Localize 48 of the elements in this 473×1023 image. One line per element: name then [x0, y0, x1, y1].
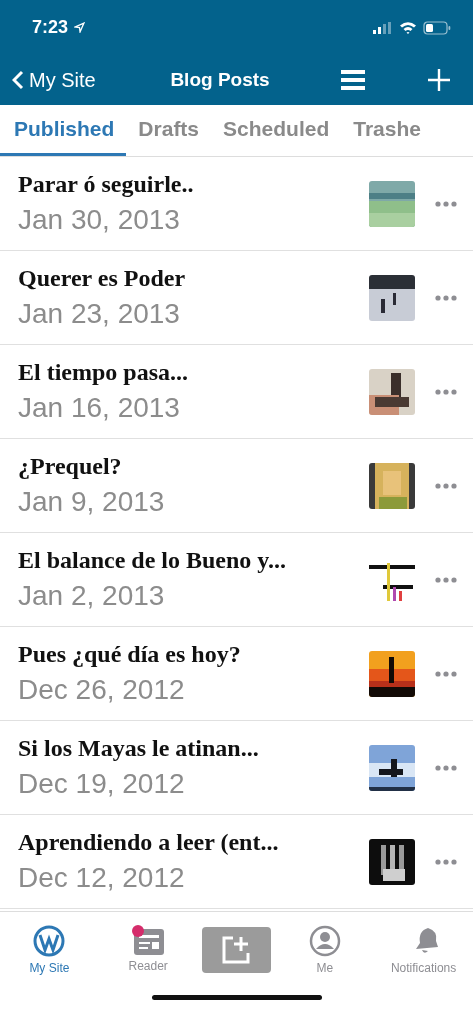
- location-arrow-icon: [74, 22, 86, 33]
- post-title[interactable]: Aprendiendo a leer (ent...: [18, 829, 363, 856]
- post-title[interactable]: Querer es Poder: [18, 265, 363, 292]
- post-title[interactable]: Pues ¿qué día es hoy?: [18, 641, 363, 668]
- post-date: Jan 30, 2013: [18, 204, 181, 236]
- post-date: Jan 2, 2013: [18, 580, 166, 612]
- post-date: Dec 26, 2012: [18, 674, 186, 706]
- reader-icon: [132, 926, 165, 955]
- plus-icon: [428, 69, 450, 91]
- post-date: Dec 19, 2012: [18, 768, 186, 800]
- unread-badge: [132, 924, 145, 937]
- post-title[interactable]: Si los Mayas le atinan...: [18, 735, 363, 762]
- wifi-icon: [399, 21, 417, 34]
- profile-icon: [308, 924, 341, 957]
- filter-tab[interactable]: Drafts: [126, 105, 212, 156]
- post-title[interactable]: El tiempo pasa...: [18, 359, 363, 386]
- post-title[interactable]: Parar ó seguirle..: [18, 171, 363, 198]
- tab-bar-item[interactable]: Me: [279, 924, 370, 975]
- wordpress-logo-icon: [33, 924, 66, 957]
- filter-tab[interactable]: Published: [0, 105, 127, 156]
- screen-title: Blog Posts: [169, 69, 271, 91]
- tab-bar-item[interactable]: Notifications: [378, 924, 469, 975]
- status-time: 7:23: [32, 17, 69, 38]
- new-post-button[interactable]: [202, 926, 271, 973]
- new-post-icon: [221, 934, 252, 965]
- battery-icon: [423, 20, 451, 35]
- post-date: Jan 9, 2013: [18, 486, 166, 518]
- more-icon: [435, 764, 457, 771]
- filter-tab[interactable]: Scheduled: [211, 105, 342, 156]
- tab-bar-item[interactable]: Reader: [103, 926, 194, 973]
- more-icon: [435, 388, 457, 395]
- more-icon: [435, 858, 457, 865]
- more-icon: [435, 576, 457, 583]
- post-title[interactable]: El balance de lo Bueno y...: [18, 547, 363, 574]
- post-date: Jan 16, 2013: [18, 392, 181, 424]
- more-icon: [435, 200, 457, 207]
- post-title[interactable]: ¿Prequel?: [18, 453, 363, 480]
- list-icon: [340, 70, 365, 90]
- chevron-left-icon: [12, 70, 24, 90]
- post-date: Dec 12, 2012: [18, 862, 186, 894]
- more-icon: [435, 482, 457, 489]
- back-button[interactable]: My Site: [12, 68, 96, 92]
- signal-icon: [373, 21, 393, 34]
- post-date: Jan 23, 2013: [18, 298, 181, 330]
- filter-tab[interactable]: Trashe: [341, 105, 433, 156]
- tab-bar-item[interactable]: My Site: [4, 924, 95, 975]
- more-icon: [435, 670, 457, 677]
- more-icon: [435, 294, 457, 301]
